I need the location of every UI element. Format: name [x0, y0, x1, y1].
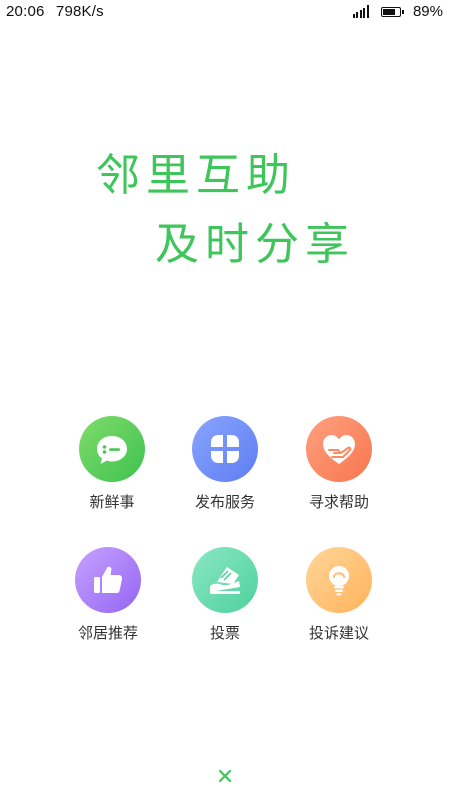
status-bar: 20:06 798K/s 89%	[0, 0, 450, 24]
battery-percent: 89%	[412, 3, 443, 20]
status-time: 20:06	[6, 3, 45, 20]
menu-item-label: 新鲜事	[89, 493, 135, 511]
status-left: 20:06 798K/s	[6, 3, 111, 20]
battery-fill	[382, 8, 396, 15]
menu-item-complaint-suggestion[interactable]: 投诉建议	[279, 547, 399, 643]
screen: 20:06 798K/s 89% 邻里互助 及时分享 新鲜事 发布服务 寻求帮助…	[0, 0, 450, 800]
hand-heart-icon	[306, 416, 372, 482]
status-network-speed: 798K/s	[55, 3, 104, 20]
battery-icon	[380, 6, 404, 17]
status-right: 89%	[351, 3, 443, 20]
menu-item-label: 发布服务	[194, 493, 255, 511]
chat-bubble-icon	[79, 416, 145, 482]
close-icon	[218, 769, 232, 783]
thumbs-up-icon	[75, 547, 141, 613]
lightbulb-icon	[306, 547, 372, 613]
clover-icon	[192, 416, 258, 482]
menu-item-label: 投票	[209, 624, 240, 642]
menu-item-neighbor-recommend[interactable]: 邻居推荐	[48, 547, 168, 643]
menu-item-publish-service[interactable]: 发布服务	[165, 416, 285, 512]
menu-item-label: 寻求帮助	[308, 493, 369, 511]
menu-item-seek-help[interactable]: 寻求帮助	[279, 416, 399, 512]
signal-icon	[351, 5, 369, 18]
menu-item-vote[interactable]: 投票	[165, 547, 285, 643]
close-button[interactable]	[211, 762, 239, 790]
slogan-line-1: 邻里互助	[96, 150, 296, 201]
ballot-icon	[192, 547, 258, 613]
menu-item-label: 投诉建议	[308, 624, 369, 642]
menu-item-label: 邻居推荐	[77, 624, 138, 642]
slogan-line-2: 及时分享	[155, 219, 355, 270]
menu-item-news[interactable]: 新鲜事	[52, 416, 172, 512]
